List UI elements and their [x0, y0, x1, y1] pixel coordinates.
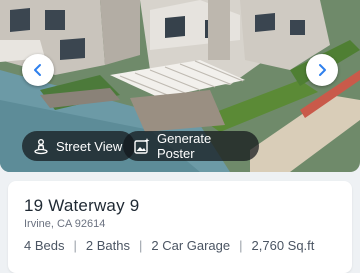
street-view-label: Street View	[56, 138, 123, 154]
spec-separator: |	[138, 238, 143, 253]
previous-photo-button[interactable]	[22, 54, 54, 86]
listing-details-card[interactable]: 19 Waterway 9 Irvine, CA 92614 4 Beds | …	[8, 181, 352, 273]
generate-poster-label: Generate Poster	[157, 131, 212, 161]
image-sparkle-icon	[133, 137, 151, 155]
garage-value: 2 Car Garage	[151, 238, 231, 253]
listing-address: 19 Waterway 9	[24, 196, 140, 215]
listing-specs: 4 Beds | 2 Baths | 2 Car Garage | 2,760 …	[24, 238, 314, 253]
spec-separator: |	[239, 238, 243, 253]
chevron-left-icon	[31, 63, 45, 77]
baths-value: 2 Baths	[85, 238, 130, 253]
next-photo-button[interactable]	[306, 54, 338, 86]
street-view-button[interactable]: Street View	[22, 131, 135, 161]
listing-photo[interactable]: Street View Generate Poster	[0, 0, 360, 172]
beds-value: 4 Beds	[24, 238, 65, 253]
chevron-right-icon	[315, 63, 329, 77]
listing-city: Irvine, CA 92614	[24, 218, 106, 230]
size-value: 2,760 Sq.ft	[251, 238, 315, 253]
person-pin-icon	[32, 137, 50, 155]
spec-separator: |	[73, 238, 77, 253]
generate-poster-button[interactable]: Generate Poster	[123, 131, 259, 161]
